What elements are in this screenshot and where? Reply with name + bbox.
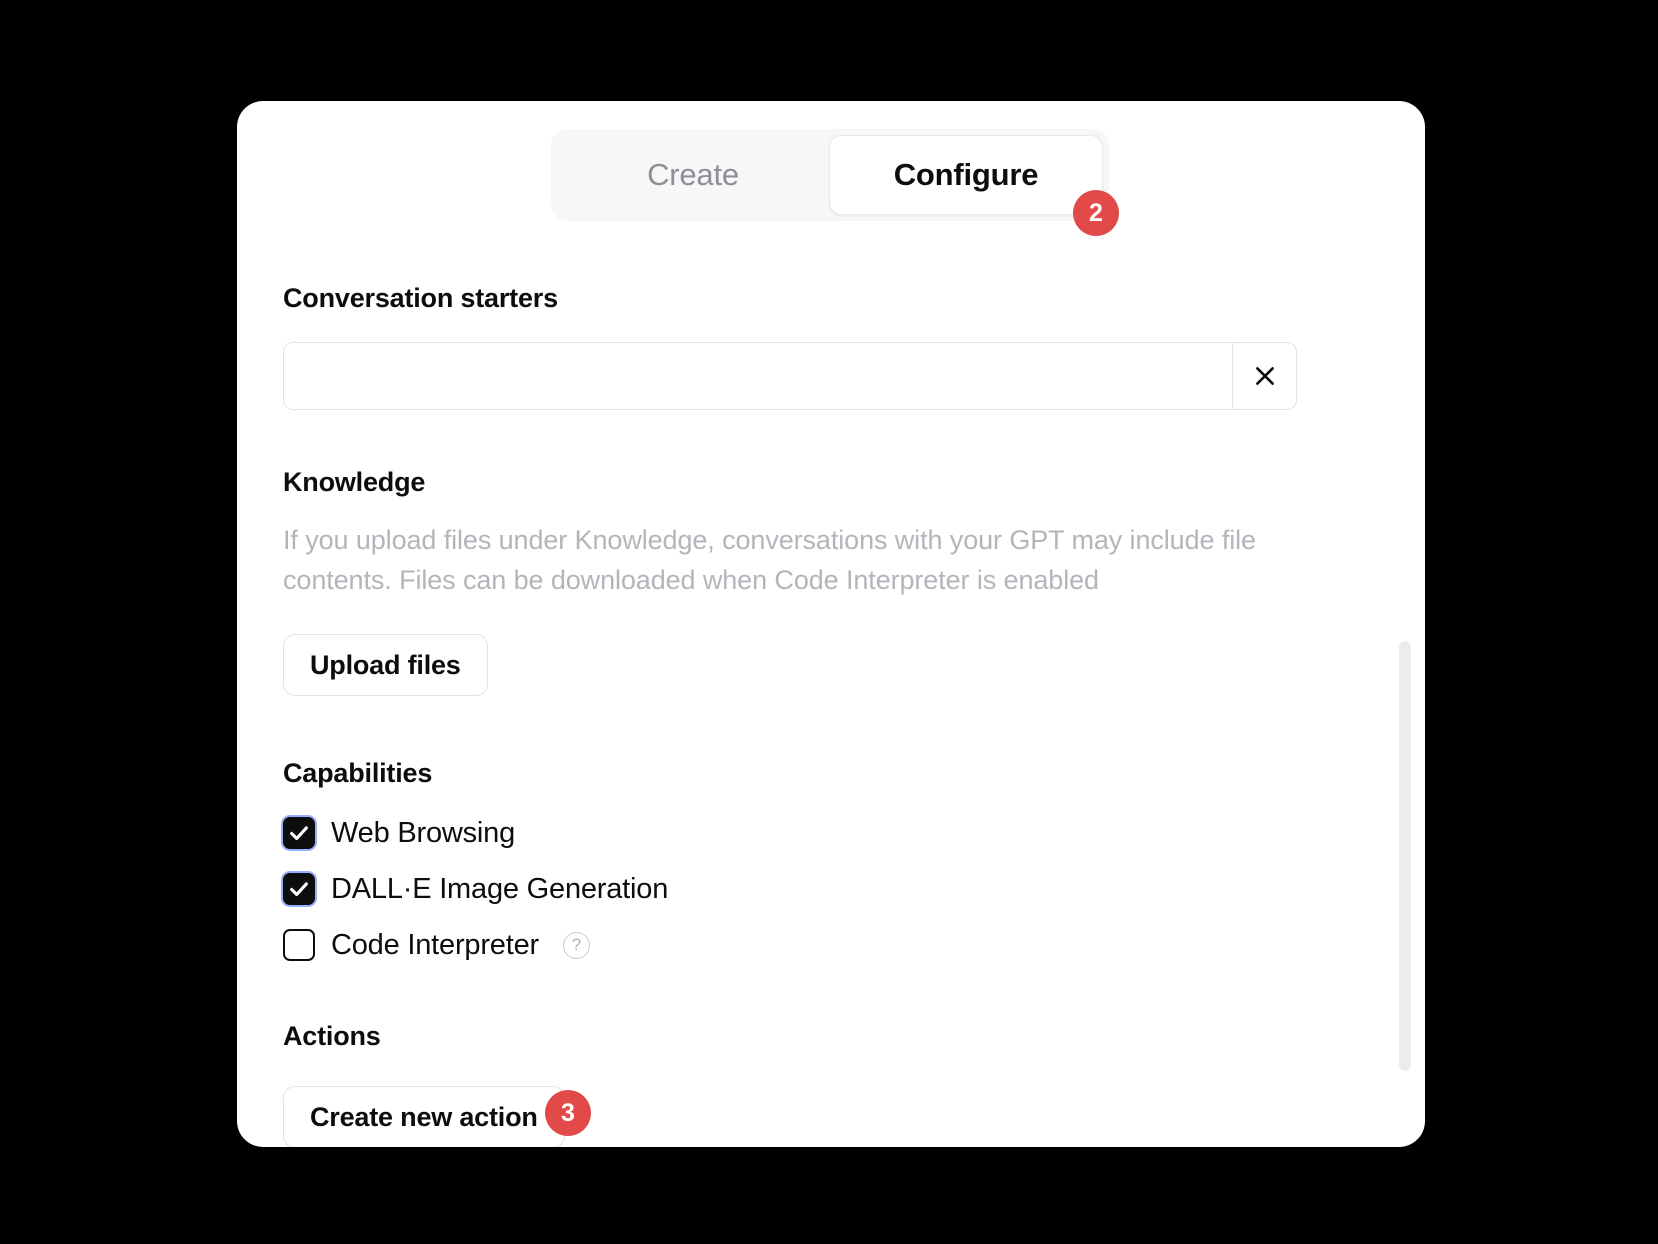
question-mark-icon[interactable]: ? (562, 931, 590, 959)
capability-row-web-browsing[interactable]: Web Browsing (283, 805, 1379, 861)
annotation-badge-2: 2 (1073, 190, 1119, 236)
capability-label-dalle-image-generation: DALL·E Image Generation (331, 872, 669, 905)
capabilities-list: Web Browsing DALL·E Image Generation Cod… (283, 805, 1379, 973)
capabilities-title: Capabilities (283, 758, 433, 788)
screen-background: Create Configure Conversation starters K… (0, 0, 1658, 1244)
upload-files-button[interactable]: Upload files (283, 634, 488, 696)
tab-configure[interactable]: Configure (829, 135, 1103, 215)
gpt-builder-card: Create Configure Conversation starters K… (237, 101, 1425, 1147)
capability-label-code-interpreter: Code Interpreter (331, 928, 539, 961)
knowledge-description: If you upload files under Knowledge, con… (283, 525, 1256, 595)
tab-create[interactable]: Create (557, 135, 829, 215)
tab-bar: Create Configure (551, 129, 1109, 221)
capability-row-dalle-image-generation[interactable]: DALL·E Image Generation (283, 861, 1379, 917)
scrollbar-thumb[interactable] (1399, 641, 1411, 1071)
conversation-starter-row (283, 342, 1297, 410)
tab-bar-wrapper: Create Configure (550, 129, 1110, 221)
close-icon[interactable] (1232, 343, 1296, 409)
conversation-starter-input[interactable] (284, 343, 1232, 409)
annotation-badge-3: 3 (545, 1090, 591, 1136)
create-new-action-button[interactable]: Create new action (283, 1086, 565, 1147)
capability-label-web-browsing: Web Browsing (331, 816, 516, 849)
conversation-starters-title: Conversation starters (283, 283, 558, 313)
capability-row-code-interpreter[interactable]: Code Interpreter ? (283, 917, 1379, 973)
configure-panel: Conversation starters Knowledge If you u… (237, 225, 1425, 1147)
vertical-scrollbar[interactable] (1399, 641, 1411, 1071)
knowledge-title: Knowledge (283, 467, 426, 497)
actions-title: Actions (283, 1021, 381, 1051)
checkbox-dalle-image-generation[interactable] (283, 873, 315, 905)
checkbox-code-interpreter[interactable] (283, 929, 315, 961)
checkbox-web-browsing[interactable] (283, 817, 315, 849)
